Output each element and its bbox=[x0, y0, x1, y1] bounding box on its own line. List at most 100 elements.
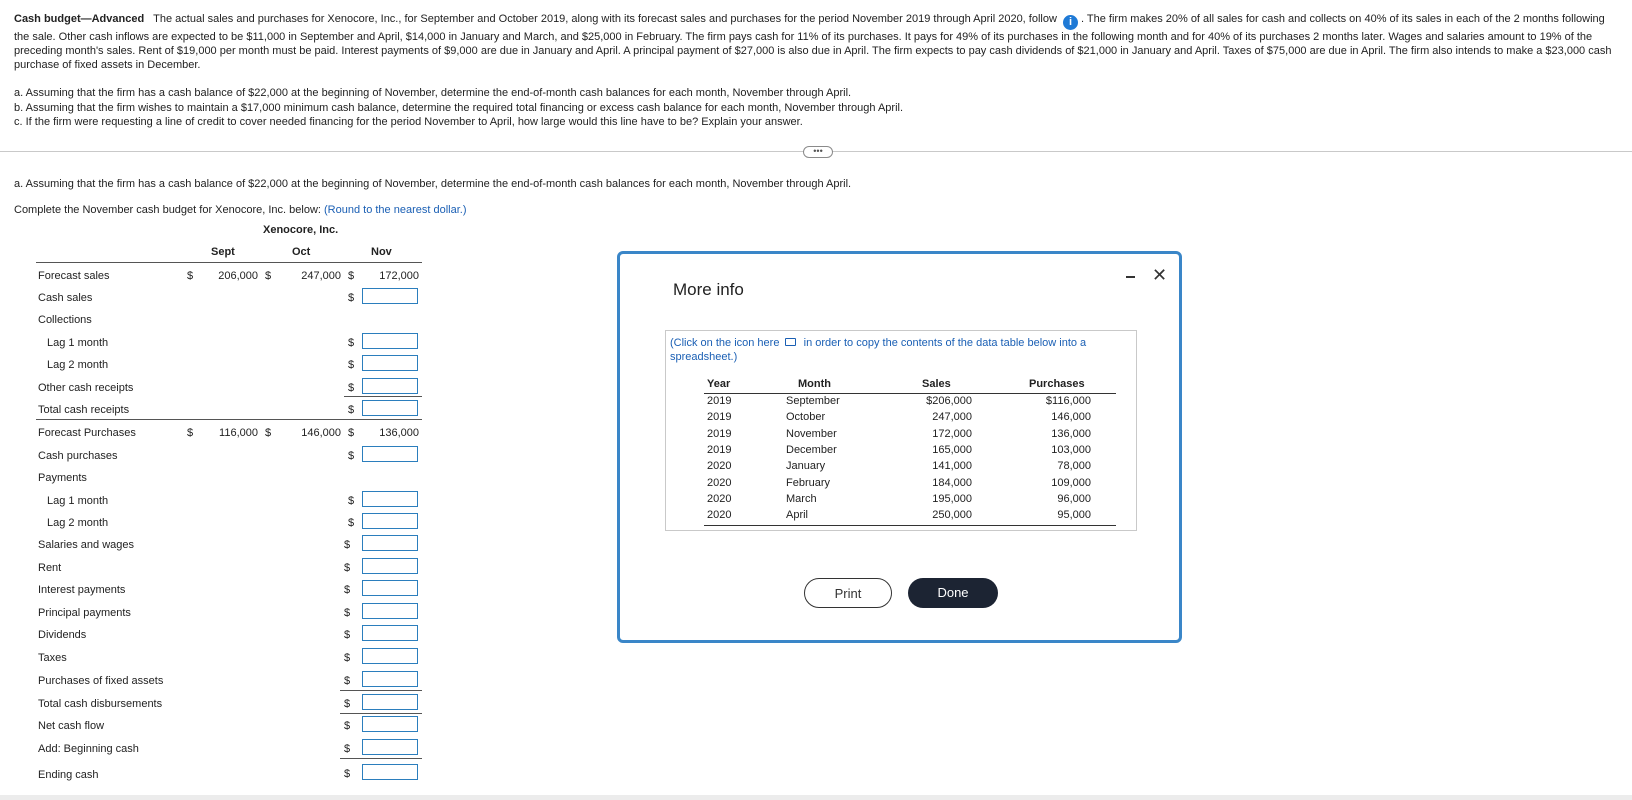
dollar-sign: $ bbox=[344, 607, 351, 619]
instruction-text: Complete the November cash budget for Xe… bbox=[14, 204, 467, 216]
table-cell-purchases: 95,000 bbox=[1057, 509, 1091, 521]
row-label-taxes: Taxes bbox=[38, 652, 67, 664]
table-cell-sales: 195,000 bbox=[932, 493, 972, 505]
table-cell-purchases: 136,000 bbox=[1051, 428, 1091, 440]
forecast-sales-sept: 206,000 bbox=[218, 270, 258, 282]
print-button[interactable]: Print bbox=[804, 578, 892, 608]
forecast-sales-nov: 172,000 bbox=[379, 270, 419, 282]
dollar-sign: $ bbox=[348, 450, 355, 462]
table-cell-month: April bbox=[786, 509, 809, 521]
dollar-sign: $ bbox=[348, 270, 355, 282]
info-icon[interactable]: i bbox=[1062, 15, 1078, 30]
table-cell-month: November bbox=[786, 428, 837, 440]
table-header-sales: Sales bbox=[922, 378, 951, 390]
table-cell-sales: 141,000 bbox=[932, 460, 972, 472]
dollar-sign: $ bbox=[344, 539, 351, 551]
table-cell-month: February bbox=[786, 477, 831, 489]
total-disbursements-input[interactable] bbox=[362, 694, 418, 710]
col-header-nov: Nov bbox=[371, 246, 392, 258]
table-cell-year: 2019 bbox=[707, 411, 732, 423]
lag2-collections-input[interactable] bbox=[362, 355, 418, 371]
lag1-collections-input[interactable] bbox=[362, 333, 418, 349]
row-label-forecast-purchases: Forecast Purchases bbox=[38, 427, 136, 439]
subtotal-line bbox=[340, 713, 422, 714]
row-label-principal: Principal payments bbox=[38, 607, 131, 619]
row-label-ending-cash: Ending cash bbox=[38, 769, 99, 781]
salaries-input[interactable] bbox=[362, 535, 418, 551]
dollar-sign: $ bbox=[344, 629, 351, 641]
dollar-sign: $ bbox=[344, 652, 351, 664]
minimize-icon[interactable] bbox=[1126, 276, 1135, 278]
row-label-other-receipts: Other cash receipts bbox=[38, 382, 134, 394]
table-cell-year: 2019 bbox=[707, 428, 732, 440]
problem-parts: a. Assuming that the firm has a cash bal… bbox=[14, 86, 903, 130]
dollar-sign: $ bbox=[344, 720, 351, 732]
dollar-sign: $ bbox=[344, 562, 351, 574]
net-cash-flow-input[interactable] bbox=[362, 716, 418, 732]
subtotal-line bbox=[340, 690, 422, 691]
bottom-scrollbar[interactable] bbox=[0, 795, 1632, 800]
lag2-payments-input[interactable] bbox=[362, 513, 418, 529]
forecast-purchases-nov: 136,000 bbox=[379, 427, 419, 439]
row-label-payments: Payments bbox=[38, 472, 87, 484]
dollar-sign: $ bbox=[348, 427, 355, 439]
table-header-month: Month bbox=[798, 378, 831, 390]
cash-purchases-input[interactable] bbox=[362, 446, 418, 462]
total-receipts-input[interactable] bbox=[362, 400, 418, 416]
interest-input[interactable] bbox=[362, 580, 418, 596]
done-button[interactable]: Done bbox=[908, 578, 998, 608]
dollar-sign: $ bbox=[187, 427, 194, 439]
problem-part-a: a. Assuming that the firm has a cash bal… bbox=[14, 87, 852, 99]
table-header-purchases: Purchases bbox=[1029, 378, 1085, 390]
table-cell-month: January bbox=[786, 460, 826, 472]
dollar-sign: $ bbox=[344, 743, 351, 755]
table-cell-year: 2020 bbox=[707, 509, 732, 521]
row-label-dividends: Dividends bbox=[38, 629, 87, 641]
problem-part-c: c. If the firm were requesting a line of… bbox=[14, 116, 803, 128]
table-cell-purchases: 78,000 bbox=[1057, 460, 1091, 472]
table-cell-purchases: 146,000 bbox=[1051, 411, 1091, 423]
copy-spreadsheet-icon[interactable] bbox=[784, 338, 796, 346]
beginning-cash-input[interactable] bbox=[362, 739, 418, 755]
header-underline bbox=[36, 262, 422, 263]
rent-input[interactable] bbox=[362, 558, 418, 574]
copy-instruction: (Click on the icon here in order to copy… bbox=[670, 336, 1130, 364]
table-cell-year: 2020 bbox=[707, 493, 732, 505]
row-label-salaries: Salaries and wages bbox=[38, 539, 135, 551]
dollar-sign: $ bbox=[344, 584, 351, 596]
table-cell-sales: $206,000 bbox=[926, 395, 972, 407]
row-label-total-disbursements: Total cash disbursements bbox=[38, 698, 163, 710]
dollar-sign: $ bbox=[348, 495, 355, 507]
table-cell-year: 2020 bbox=[707, 460, 732, 472]
row-label-lag1-collections: Lag 1 month bbox=[47, 337, 109, 349]
forecast-purchases-oct: 146,000 bbox=[301, 427, 341, 439]
row-label-total-receipts: Total cash receipts bbox=[38, 404, 130, 416]
close-icon[interactable]: ✕ bbox=[1152, 266, 1167, 284]
forecast-purchases-sept: 116,000 bbox=[219, 427, 258, 439]
row-label-collections: Collections bbox=[38, 314, 92, 326]
subtotal-line bbox=[340, 758, 422, 759]
dollar-sign: $ bbox=[348, 382, 355, 394]
lag1-payments-input[interactable] bbox=[362, 491, 418, 507]
cash-sales-input[interactable] bbox=[362, 288, 418, 304]
ending-cash-input[interactable] bbox=[362, 764, 418, 780]
dollar-sign: $ bbox=[348, 337, 355, 349]
copy-text-1: (Click on the icon here bbox=[670, 337, 780, 349]
round-note: (Round to the nearest dollar.) bbox=[324, 204, 467, 216]
table-cell-year: 2019 bbox=[707, 444, 732, 456]
company-name: Xenocore, Inc. bbox=[263, 224, 339, 236]
table-header-year: Year bbox=[707, 378, 731, 390]
fixed-assets-input[interactable] bbox=[362, 671, 418, 687]
table-cell-year: 2020 bbox=[707, 477, 732, 489]
expand-ellipsis-button[interactable]: ••• bbox=[803, 146, 833, 158]
taxes-input[interactable] bbox=[362, 648, 418, 664]
dollar-sign: $ bbox=[344, 768, 351, 780]
question-part-a: a. Assuming that the firm has a cash bal… bbox=[14, 178, 852, 190]
other-receipts-input[interactable] bbox=[362, 378, 418, 394]
table-cell-sales: 250,000 bbox=[932, 509, 972, 521]
dividends-input[interactable] bbox=[362, 625, 418, 641]
dollar-sign: $ bbox=[348, 517, 355, 529]
problem-statement: Cash budget—Advanced The actual sales an… bbox=[14, 12, 1619, 72]
principal-input[interactable] bbox=[362, 603, 418, 619]
row-label-interest: Interest payments bbox=[38, 584, 126, 596]
